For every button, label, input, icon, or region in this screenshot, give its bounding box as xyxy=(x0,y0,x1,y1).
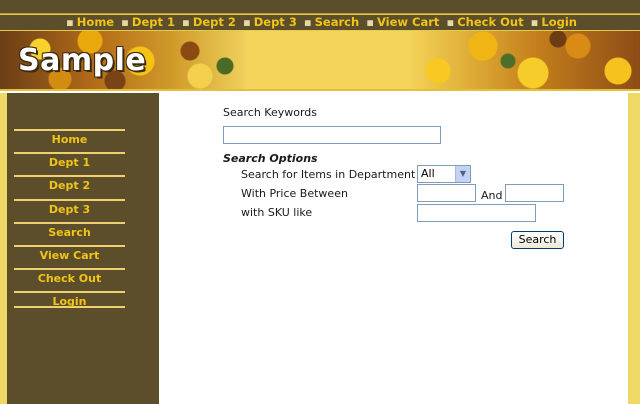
nav-bullet: ▪ xyxy=(182,15,190,29)
price-from-input[interactable] xyxy=(417,184,476,202)
nav-link-home[interactable]: Home xyxy=(77,15,114,29)
sidebar-item-dept-2[interactable]: Dept 2 xyxy=(14,175,125,198)
sidebar-item-view-cart[interactable]: View Cart xyxy=(14,244,125,268)
nav-link-dept-3[interactable]: Dept 3 xyxy=(254,15,297,29)
price-to-input[interactable] xyxy=(505,184,564,202)
header-banner: Sample xyxy=(0,31,640,91)
nav-link-check-out[interactable]: Check Out xyxy=(457,15,523,29)
sunflower-image-right xyxy=(408,31,640,89)
search-keywords-input[interactable] xyxy=(223,126,441,144)
department-select[interactable]: All ▼ xyxy=(417,165,471,183)
nav-link-view-cart[interactable]: View Cart xyxy=(377,15,439,29)
left-gutter xyxy=(0,93,7,404)
search-options-heading: Search Options xyxy=(223,152,318,165)
search-button[interactable]: Search xyxy=(511,231,564,249)
sku-label: with SKU like xyxy=(241,206,313,219)
site-logo[interactable]: Sample xyxy=(18,43,146,78)
nav-bullet: ▪ xyxy=(121,15,129,29)
nav-bullet: ▪ xyxy=(66,15,74,29)
sidebar-item-dept-3[interactable]: Dept 3 xyxy=(14,198,125,222)
sku-input[interactable] xyxy=(417,204,536,222)
nav-bullet: ▪ xyxy=(446,15,455,29)
sidebar-item-login[interactable]: Login xyxy=(14,291,125,309)
top-strip xyxy=(0,0,640,14)
chevron-down-icon[interactable]: ▼ xyxy=(455,166,470,182)
sidebar: Home Dept 1 Dept 2 Dept 3 Search View Ca… xyxy=(7,93,159,404)
sidebar-item-home[interactable]: Home xyxy=(14,129,125,152)
department-label: Search for Items in Department xyxy=(241,168,416,181)
nav-link-login[interactable]: Login xyxy=(541,15,577,29)
sidebar-menu: Home Dept 1 Dept 2 Dept 3 Search View Ca… xyxy=(14,129,125,309)
nav-link-dept-1[interactable]: Dept 1 xyxy=(132,15,175,29)
main-content: Search Keywords Search Options Search fo… xyxy=(159,93,628,404)
page: ▪ Home ▪ Dept 1 ▪ Dept 2 ▪ Dept 3 ▪ Search ▪ V… xyxy=(0,0,640,404)
price-range-label: With Price Between xyxy=(241,187,348,200)
nav-bullet: ▪ xyxy=(366,15,374,29)
nav-bullet: ▪ xyxy=(242,15,251,29)
nav-bullet: ▪ xyxy=(530,15,539,29)
nav-link-search[interactable]: Search xyxy=(315,15,360,29)
nav-bullet: ▪ xyxy=(303,15,312,29)
sidebar-item-dept-1[interactable]: Dept 1 xyxy=(14,152,125,175)
nav-link-dept-2[interactable]: Dept 2 xyxy=(193,15,236,29)
right-gutter xyxy=(628,93,640,404)
top-nav-bar: ▪ Home ▪ Dept 1 ▪ Dept 2 ▪ Dept 3 ▪ Search ▪ V… xyxy=(0,14,640,31)
sidebar-item-search[interactable]: Search xyxy=(14,221,125,245)
department-selected-value: All xyxy=(421,167,435,180)
search-keywords-label: Search Keywords xyxy=(223,106,317,119)
sidebar-item-check-out[interactable]: Check Out xyxy=(14,268,125,291)
and-label: And xyxy=(481,189,503,202)
